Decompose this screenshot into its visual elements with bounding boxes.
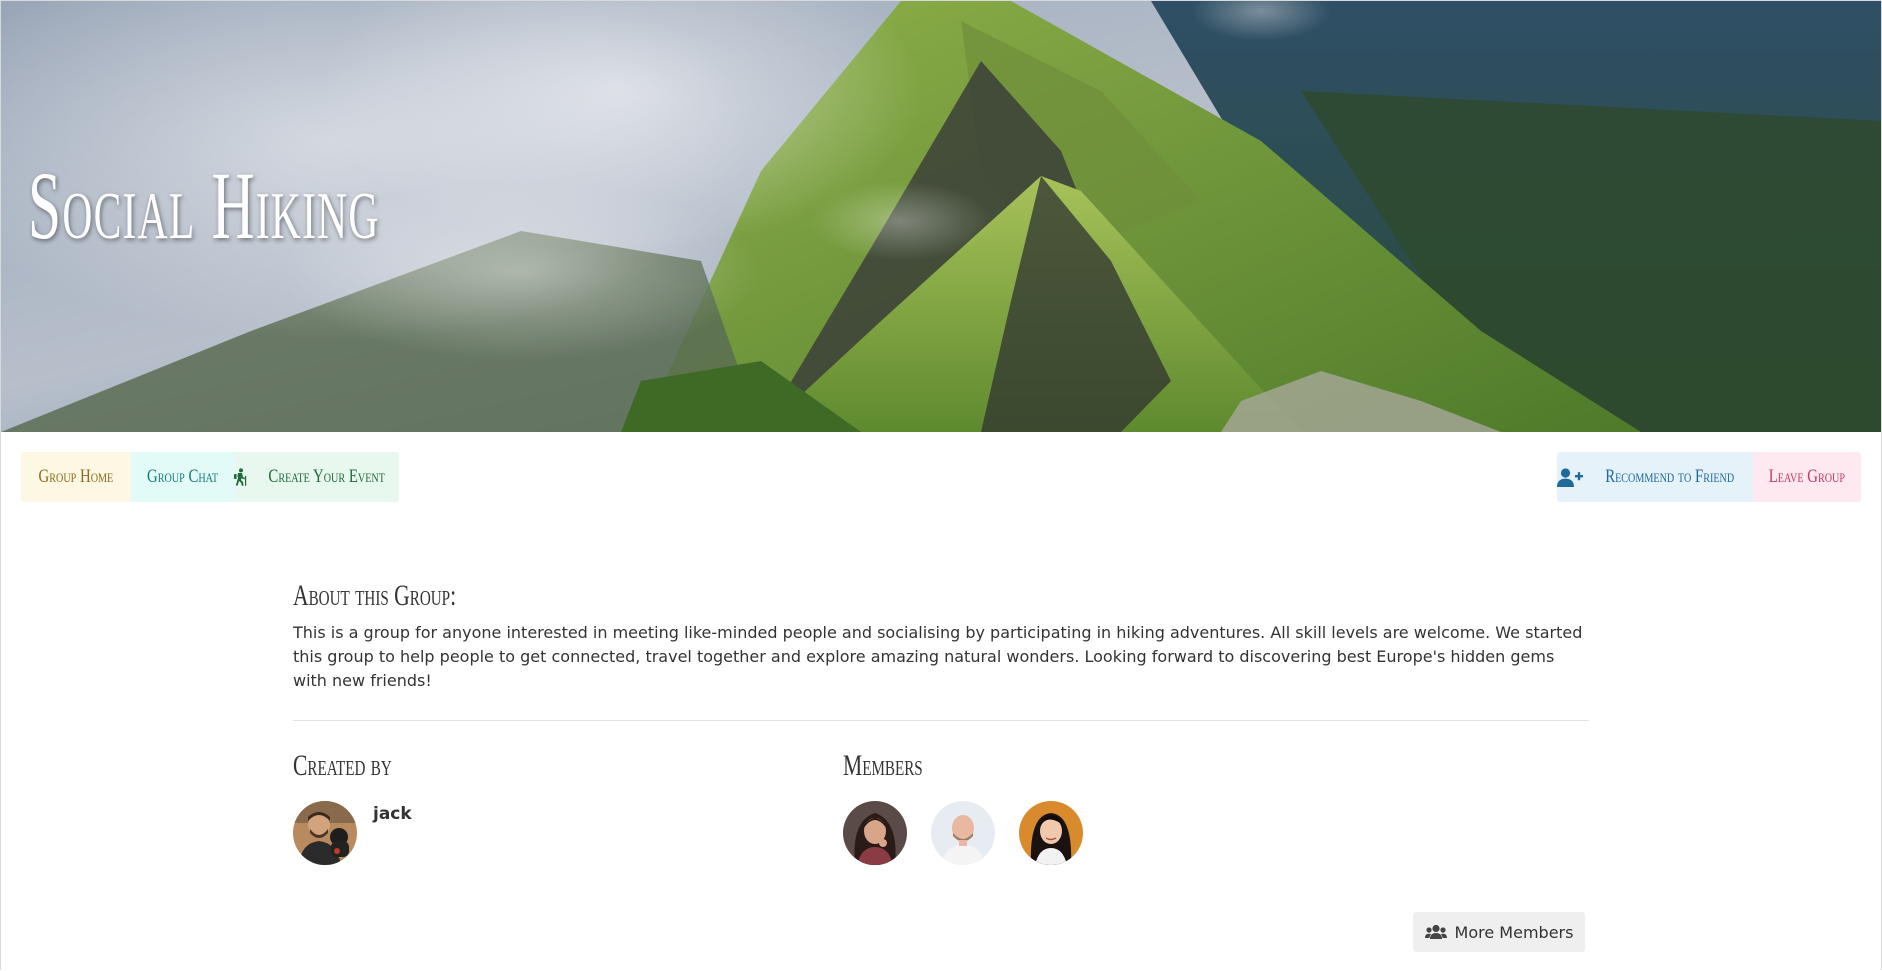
creator-row: jack bbox=[293, 801, 430, 865]
group-chat-button[interactable]: Group Chat bbox=[131, 452, 235, 502]
member-avatar[interactable] bbox=[1019, 801, 1083, 865]
group-home-label: Group Home bbox=[38, 466, 114, 487]
about-description: This is a group for anyone interested in… bbox=[293, 623, 1583, 690]
creator-name[interactable]: jack bbox=[373, 804, 412, 865]
member-avatar[interactable] bbox=[843, 801, 907, 865]
recommend-friend-button[interactable]: Recommend to Friend bbox=[1557, 452, 1753, 502]
hiking-icon bbox=[234, 468, 247, 486]
group-toolbar: Group Home Group Chat Create Your Event … bbox=[1, 452, 1881, 502]
members-list bbox=[843, 801, 1083, 865]
member-avatar[interactable] bbox=[931, 801, 995, 865]
created-by-heading: Created by bbox=[293, 749, 392, 782]
hero-banner: Social Hiking bbox=[1, 0, 1881, 432]
leave-group-label: Leave Group bbox=[1768, 466, 1846, 487]
group-home-button[interactable]: Group Home bbox=[21, 452, 131, 502]
users-icon bbox=[1424, 924, 1447, 939]
group-content: About this Group: This is a group for an… bbox=[293, 579, 1589, 971]
created-by-section: Created by jack bbox=[293, 749, 430, 865]
more-members-label: More Members bbox=[1454, 922, 1574, 942]
user-plus-icon bbox=[1557, 467, 1584, 487]
members-section: Members bbox=[843, 749, 1083, 865]
create-event-label: Create Your Event bbox=[268, 466, 386, 487]
people-section: Created by jack Members More Members bbox=[293, 721, 1589, 971]
group-title: Social Hiking bbox=[28, 152, 380, 259]
group-action-buttons: Recommend to Friend Leave Group bbox=[1557, 452, 1861, 502]
group-chat-label: Group Chat bbox=[147, 466, 219, 487]
about-heading: About this Group: bbox=[293, 579, 457, 612]
group-nav-buttons: Group Home Group Chat Create Your Event bbox=[21, 452, 399, 502]
create-event-button[interactable]: Create Your Event bbox=[234, 452, 399, 502]
more-members-button[interactable]: More Members bbox=[1413, 912, 1585, 952]
creator-avatar[interactable] bbox=[293, 801, 357, 865]
recommend-friend-label: Recommend to Friend bbox=[1605, 466, 1735, 487]
members-heading: Members bbox=[843, 749, 923, 782]
leave-group-button[interactable]: Leave Group bbox=[1753, 452, 1861, 502]
